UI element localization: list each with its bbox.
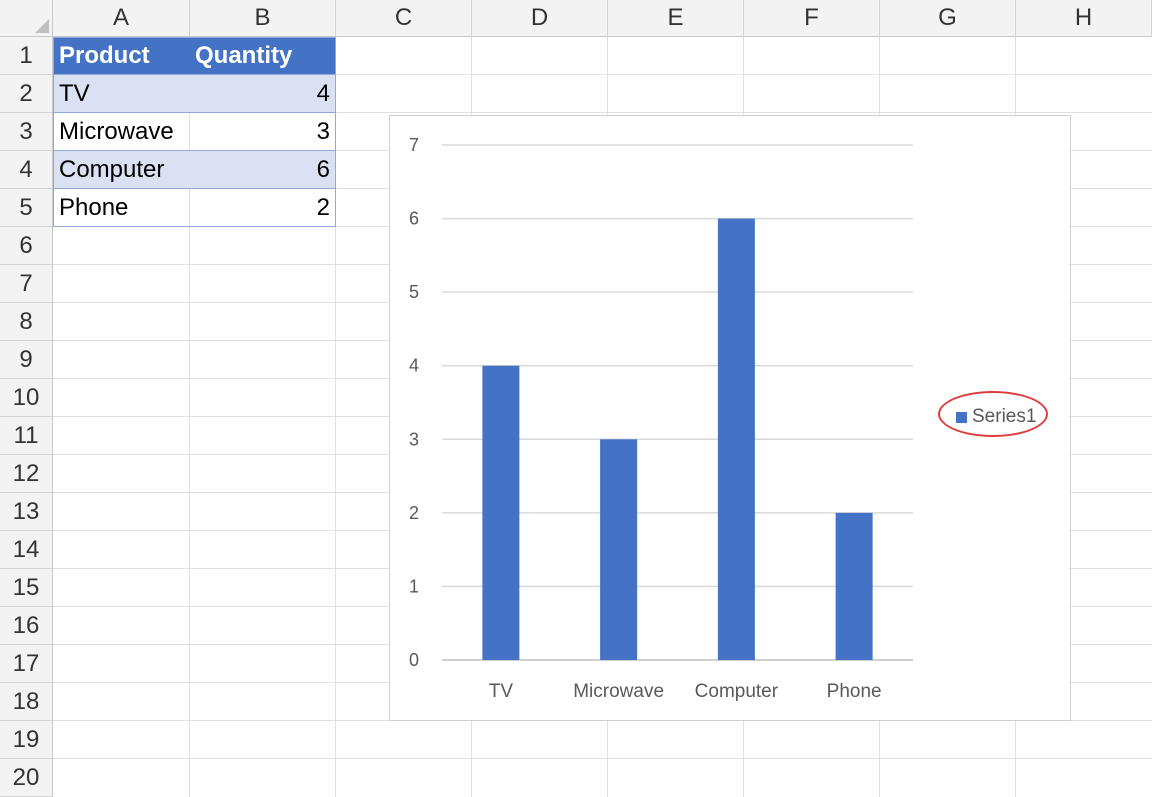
row-header-1[interactable]: 1 (0, 37, 53, 75)
cell-b4[interactable]: 6 (190, 151, 335, 188)
row-header-16[interactable]: 16 (0, 607, 53, 645)
x-tick-label-tv: TV (489, 681, 514, 702)
cell-a5[interactable]: Phone (54, 189, 190, 226)
y-tick-label-6: 6 (409, 209, 419, 229)
column-header-c[interactable]: C (336, 0, 472, 37)
cell-b5[interactable]: 2 (190, 189, 335, 226)
column-header-e[interactable]: E (608, 0, 744, 37)
row-header-6[interactable]: 6 (0, 227, 53, 265)
cell-b1-header-quantity[interactable]: Quantity (190, 37, 335, 74)
table-border-row3 (53, 150, 336, 151)
table-border-row2 (53, 112, 336, 113)
x-tick-label-computer: Computer (695, 681, 779, 702)
select-all-corner[interactable] (0, 0, 53, 37)
row-header-4[interactable]: 4 (0, 151, 53, 189)
cell-a4[interactable]: Computer (54, 151, 190, 188)
y-tick-label-1: 1 (409, 576, 419, 596)
row-header-8[interactable]: 8 (0, 303, 53, 341)
table-border-top (53, 37, 336, 38)
row-header-2[interactable]: 2 (0, 75, 53, 113)
column-header-a[interactable]: A (53, 0, 190, 37)
row-header-7[interactable]: 7 (0, 265, 53, 303)
y-tick-label-4: 4 (409, 356, 419, 376)
row-header-3[interactable]: 3 (0, 113, 53, 151)
cell-a3[interactable]: Microwave (54, 113, 190, 150)
table-border-right (335, 37, 336, 227)
cell-b2[interactable]: 4 (190, 75, 335, 112)
y-tick-label-2: 2 (409, 503, 419, 523)
row-header-12[interactable]: 12 (0, 455, 53, 493)
row-header-15[interactable]: 15 (0, 569, 53, 607)
bar-tv[interactable] (482, 365, 520, 660)
x-tick-label-phone: Phone (827, 681, 882, 702)
bar-microwave[interactable] (600, 439, 638, 660)
column-header-d[interactable]: D (472, 0, 608, 37)
row-header-13[interactable]: 13 (0, 493, 53, 531)
row-header-5[interactable]: 5 (0, 189, 53, 227)
table-border-left (53, 37, 54, 227)
gridline-row-19 (53, 758, 1152, 759)
row-header-14[interactable]: 14 (0, 531, 53, 569)
column-header-f[interactable]: F (744, 0, 880, 37)
row-header-11[interactable]: 11 (0, 417, 53, 455)
y-tick-label-3: 3 (409, 429, 419, 449)
select-all-triangle-icon (35, 19, 49, 33)
column-header-b[interactable]: B (190, 0, 336, 37)
cell-b3[interactable]: 3 (190, 113, 335, 150)
legend-swatch-series1 (956, 411, 967, 423)
y-tick-label-0: 0 (409, 650, 419, 670)
x-tick-label-microwave: Microwave (573, 681, 664, 702)
table-border-row1 (53, 74, 336, 75)
bar-phone[interactable] (835, 512, 873, 660)
column-header-h[interactable]: H (1016, 0, 1152, 37)
cell-a2[interactable]: TV (54, 75, 190, 112)
table-border-bottom (53, 226, 336, 227)
cell-a1-header-product[interactable]: Product (54, 37, 190, 74)
bar-chart[interactable]: 0 1 2 3 4 5 6 7 TV Microwave Computer Phone Series1 (389, 115, 1071, 721)
legend-label-series1: Series1 (972, 406, 1037, 427)
column-header-g[interactable]: G (880, 0, 1016, 37)
y-tick-label-5: 5 (409, 282, 419, 302)
row-header-20[interactable]: 20 (0, 759, 53, 797)
row-header-10[interactable]: 10 (0, 379, 53, 417)
chart-legend[interactable]: Series1 (956, 406, 1036, 428)
row-header-18[interactable]: 18 (0, 683, 53, 721)
row-header-9[interactable]: 9 (0, 341, 53, 379)
y-tick-label-7: 7 (409, 135, 419, 155)
bar-computer[interactable] (717, 218, 755, 661)
table-border-row4 (53, 188, 336, 189)
row-header-19[interactable]: 19 (0, 721, 53, 759)
row-header-17[interactable]: 17 (0, 645, 53, 683)
